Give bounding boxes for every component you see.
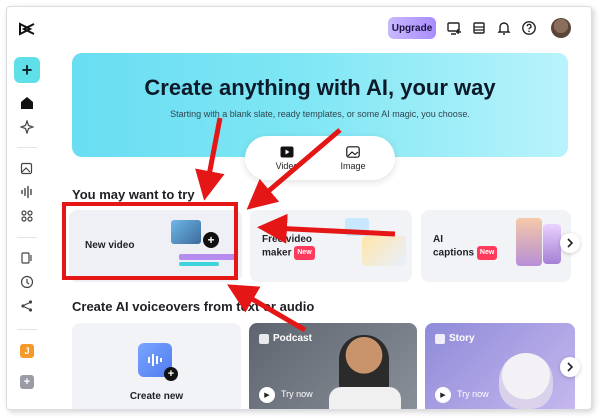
new-badge: New bbox=[476, 246, 498, 260]
help-icon[interactable] bbox=[520, 19, 538, 37]
new-badge: New bbox=[294, 246, 315, 260]
history-clock-icon[interactable] bbox=[18, 273, 36, 291]
sidebar-divider bbox=[17, 147, 37, 148]
try-now-link[interactable]: Try now bbox=[457, 389, 489, 399]
create-button[interactable]: + bbox=[14, 57, 40, 83]
carousel-next-button[interactable] bbox=[560, 233, 580, 253]
hero-subtitle: Starting with a blank slate, ready templ… bbox=[170, 109, 470, 119]
free-video-maker-label: Free video maker New bbox=[262, 234, 315, 260]
mode-tabs: Video Image bbox=[245, 136, 395, 180]
story-tag: Story bbox=[435, 333, 475, 344]
sidebar-divider bbox=[17, 329, 37, 330]
screen-cast-icon[interactable] bbox=[445, 19, 463, 37]
create-new-label: Create new bbox=[129, 391, 184, 402]
apps-grid-icon[interactable] bbox=[18, 207, 36, 225]
play-button[interactable]: ▶ bbox=[435, 387, 451, 403]
section-title-voiceovers: Create AI voiceovers from text or audio bbox=[72, 299, 315, 314]
template-thumbnail bbox=[345, 218, 369, 236]
add-icon: + bbox=[164, 367, 178, 381]
play-button[interactable]: ▶ bbox=[259, 387, 275, 403]
projects-icon[interactable] bbox=[18, 249, 36, 267]
sidebar-divider bbox=[17, 237, 37, 238]
notification-bell-icon[interactable] bbox=[495, 19, 513, 37]
story-card[interactable]: Story ▶ Try now bbox=[425, 323, 575, 409]
audio-wave-icon[interactable] bbox=[18, 183, 36, 201]
podcast-card[interactable]: Podcast ▶ Try now bbox=[249, 323, 417, 409]
hero-title: Create anything with AI, your way bbox=[144, 75, 496, 100]
section-title-try: You may want to try bbox=[72, 187, 195, 202]
carousel-next-button[interactable] bbox=[560, 357, 580, 377]
cat-image bbox=[499, 353, 553, 409]
image-icon bbox=[346, 145, 360, 158]
podcaster-image bbox=[339, 335, 389, 393]
tab-image[interactable]: Image bbox=[323, 140, 383, 176]
chevron-right-icon bbox=[567, 362, 574, 372]
captions-thumbnail bbox=[543, 224, 561, 264]
home-icon[interactable] bbox=[18, 94, 36, 112]
ai-captions-label: AI captions New bbox=[433, 234, 498, 260]
image-gen-icon[interactable] bbox=[18, 159, 36, 177]
chevron-right-icon bbox=[567, 238, 574, 248]
storage-icon[interactable] bbox=[470, 19, 488, 37]
podcast-tag: Podcast bbox=[259, 333, 312, 344]
tab-video-label: Video bbox=[275, 160, 299, 171]
upgrade-button[interactable]: Upgrade bbox=[388, 17, 436, 39]
try-now-link[interactable]: Try now bbox=[281, 389, 313, 399]
capcut-logo-icon[interactable] bbox=[17, 19, 37, 39]
play-icon bbox=[280, 146, 294, 157]
free-video-maker-card[interactable]: Free video maker New bbox=[250, 210, 412, 282]
create-new-voiceover-card[interactable]: + Create new bbox=[72, 323, 241, 409]
tab-image-label: Image bbox=[340, 160, 366, 171]
sidebar: + J + bbox=[7, 7, 49, 409]
ai-captions-card[interactable]: AI captions New bbox=[421, 210, 571, 282]
user-avatar[interactable] bbox=[551, 18, 571, 38]
workspace-avatar[interactable]: J bbox=[20, 344, 34, 358]
share-icon[interactable] bbox=[18, 297, 36, 315]
tab-video[interactable]: Video bbox=[257, 140, 317, 176]
captions-thumbnail bbox=[516, 218, 542, 266]
highlight-box bbox=[62, 202, 238, 280]
podcaster-shirt bbox=[329, 387, 401, 409]
template-thumbnail bbox=[362, 236, 406, 266]
sparkle-icon[interactable] bbox=[18, 118, 36, 136]
add-workspace-button[interactable]: + bbox=[20, 375, 34, 389]
